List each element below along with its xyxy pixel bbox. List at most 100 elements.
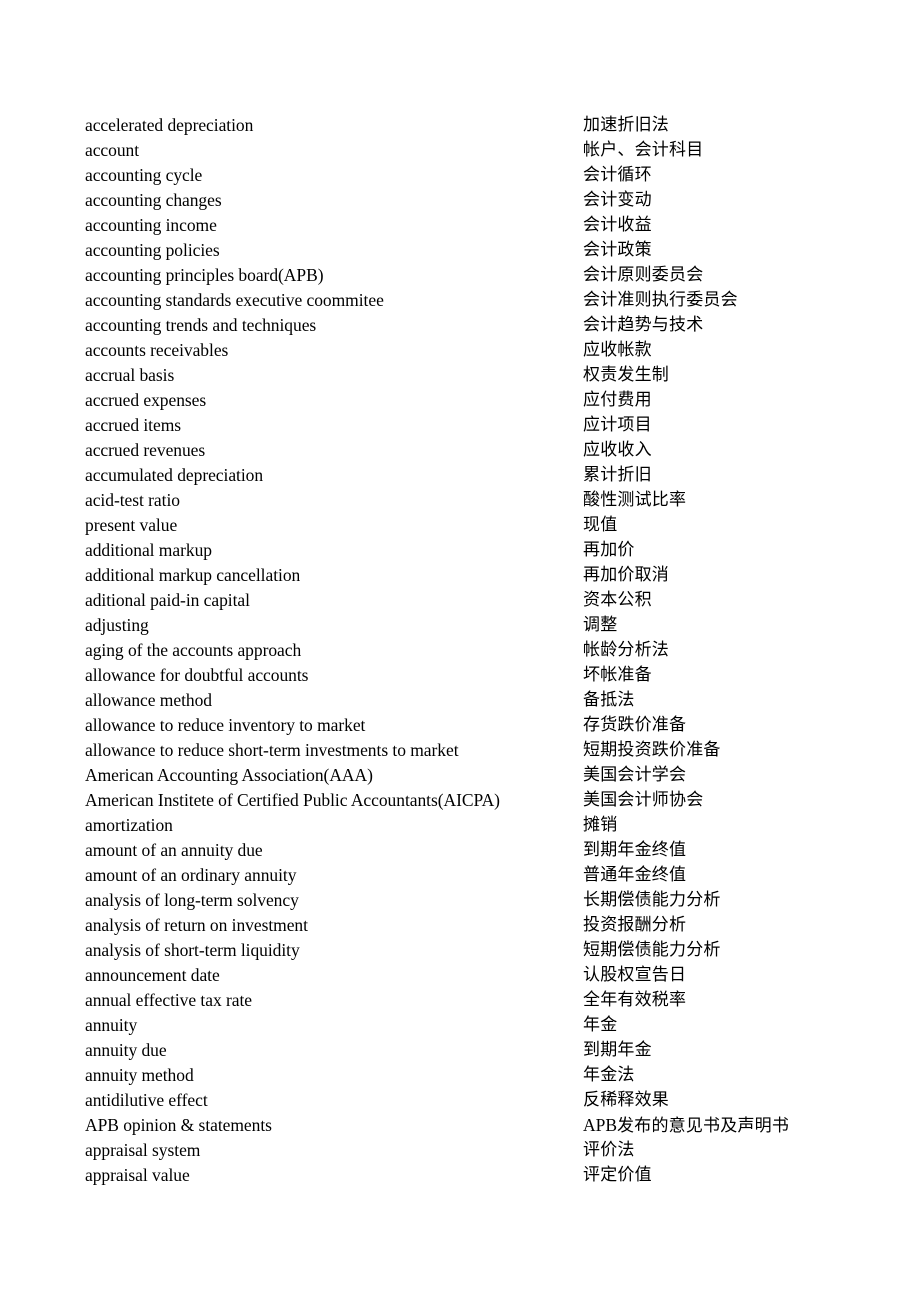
- glossary-entry: account 帐户、会计科目: [0, 138, 920, 163]
- glossary-entry: accelerated depreciation 加速折旧法: [0, 113, 920, 138]
- glossary-term-english: allowance to reduce short-term investmen…: [85, 740, 459, 760]
- glossary-term-chinese: 到期年金: [583, 1040, 652, 1060]
- glossary-entry: present value 现值: [0, 513, 920, 538]
- glossary-term-chinese: 认股权宣告日: [583, 965, 687, 985]
- glossary-term-english: accrued expenses: [85, 390, 207, 410]
- glossary-list: accelerated depreciation 加速折旧法 account 帐户、会…: [0, 113, 920, 1188]
- glossary-term-english: additional markup: [85, 540, 212, 560]
- glossary-entry: allowance method 备抵法: [0, 688, 920, 713]
- glossary-term-chinese: 应收帐款: [583, 340, 652, 360]
- glossary-term-chinese: 会计准则执行委员会: [583, 290, 738, 310]
- glossary-entry: accounting trends and techniques 会计趋势与技术: [0, 313, 920, 338]
- glossary-term-english: allowance method: [85, 690, 212, 710]
- glossary-term-english: accrued revenues: [85, 440, 206, 460]
- glossary-term-english: adjusting: [85, 615, 149, 635]
- latin-run: APB: [583, 1115, 618, 1135]
- glossary-entry: aging of the accounts approach 帐龄分析法: [0, 638, 920, 663]
- glossary-entry: appraisal system 评价法: [0, 1138, 920, 1163]
- glossary-entry: amount of an ordinary annuity 普通年金终值: [0, 863, 920, 888]
- glossary-term-chinese: 应付费用: [583, 390, 652, 410]
- glossary-term-english: accounting cycle: [85, 165, 203, 185]
- glossary-term-chinese: 评价法: [583, 1140, 635, 1160]
- glossary-term-english: amortization: [85, 815, 173, 835]
- glossary-entry: accounting cycle 会计循环: [0, 163, 920, 188]
- glossary-entry: accrued items 应计项目: [0, 413, 920, 438]
- glossary-entry: annuity method 年金法: [0, 1063, 920, 1088]
- glossary-term-chinese: 再加价: [583, 540, 635, 560]
- glossary-term-english: announcement date: [85, 965, 220, 985]
- glossary-entry: allowance for doubtful accounts 坏帐准备: [0, 663, 920, 688]
- glossary-term-english: account: [85, 140, 140, 160]
- glossary-term-chinese: 会计政策: [583, 240, 652, 260]
- glossary-term-chinese: 美国会计师协会: [583, 790, 704, 810]
- glossary-entry: announcement date 认股权宣告日: [0, 963, 920, 988]
- glossary-term-chinese: 资本公积: [583, 590, 652, 610]
- glossary-entry: adjusting 调整: [0, 613, 920, 638]
- glossary-term-chinese: 普通年金终值: [583, 865, 687, 885]
- glossary-entry: analysis of short-term liquidity 短期偿债能力分析: [0, 938, 920, 963]
- glossary-term-english: analysis of return on investment: [85, 915, 308, 935]
- glossary-term-english: amount of an ordinary annuity: [85, 865, 297, 885]
- glossary-term-english: accounting standards executive coommitee: [85, 290, 384, 310]
- glossary-entry: allowance to reduce short-term investmen…: [0, 738, 920, 763]
- glossary-term-english: American Accounting Association(AAA): [85, 765, 373, 785]
- glossary-term-english: accumulated depreciation: [85, 465, 264, 485]
- glossary-term-chinese: 会计循环: [583, 165, 652, 185]
- glossary-term-english: aditional paid-in capital: [85, 590, 250, 610]
- glossary-term-english: annuity due: [85, 1040, 167, 1060]
- glossary-term-english: annual effective tax rate: [85, 990, 253, 1010]
- glossary-term-chinese: 存货跌价准备: [583, 715, 687, 735]
- glossary-term-chinese: 现值: [583, 515, 618, 535]
- glossary-entry: accrual basis 权责发生制: [0, 363, 920, 388]
- glossary-term-chinese: 会计变动: [583, 190, 652, 210]
- glossary-entry: aditional paid-in capital 资本公积: [0, 588, 920, 613]
- glossary-term-chinese: 短期投资跌价准备: [583, 740, 721, 760]
- glossary-term-chinese: 帐户、会计科目: [583, 140, 704, 160]
- glossary-term-english: antidilutive effect: [85, 1090, 208, 1110]
- glossary-term-chinese: 累计折旧: [583, 465, 652, 485]
- glossary-entry: analysis of return on investment 投资报酬分析: [0, 913, 920, 938]
- glossary-term-chinese: 权责发生制: [583, 365, 669, 385]
- glossary-term-english: annuity: [85, 1015, 138, 1035]
- glossary-term-chinese: 投资报酬分析: [583, 915, 687, 935]
- glossary-term-chinese: 年金法: [583, 1065, 635, 1085]
- glossary-term-chinese: 应计项目: [583, 415, 652, 435]
- glossary-entry: additional markup cancellation 再加价取消: [0, 563, 920, 588]
- glossary-term-english: analysis of long-term solvency: [85, 890, 299, 910]
- glossary-term-chinese: 到期年金终值: [583, 840, 687, 860]
- glossary-entry: accounting income 会计收益: [0, 213, 920, 238]
- glossary-term-chinese: 坏帐准备: [583, 665, 652, 685]
- glossary-term-english: allowance for doubtful accounts: [85, 665, 309, 685]
- glossary-term-english: accounting income: [85, 215, 217, 235]
- glossary-entry: acid-test ratio 酸性测试比率: [0, 488, 920, 513]
- glossary-entry: American Accounting Association(AAA) 美国会计…: [0, 763, 920, 788]
- glossary-term-chinese: 应收收入: [583, 440, 652, 460]
- glossary-term-chinese: 备抵法: [583, 690, 635, 710]
- glossary-term-chinese: 评定价值: [583, 1165, 652, 1185]
- glossary-term-english: amount of an annuity due: [85, 840, 263, 860]
- glossary-term-english: annuity method: [85, 1065, 194, 1085]
- glossary-term-english: accounting changes: [85, 190, 222, 210]
- glossary-term-chinese: 美国会计学会: [583, 765, 687, 785]
- glossary-entry: accounting standards executive coommitee…: [0, 288, 920, 313]
- glossary-term-english: allowance to reduce inventory to market: [85, 715, 366, 735]
- glossary-term-chinese: 再加价取消: [583, 565, 669, 585]
- glossary-entry: accounting principles board(APB) 会计原则委员会: [0, 263, 920, 288]
- glossary-term-chinese: 反稀释效果: [583, 1090, 669, 1110]
- glossary-term-chinese: 会计原则委员会: [583, 265, 704, 285]
- glossary-term-english: accounts receivables: [85, 340, 229, 360]
- glossary-term-english: present value: [85, 515, 178, 535]
- glossary-term-english: American Institete of Certified Public A…: [85, 790, 500, 810]
- glossary-entry: antidilutive effect 反稀释效果: [0, 1088, 920, 1113]
- glossary-term-chinese: 短期偿债能力分析: [583, 940, 721, 960]
- glossary-entry: amount of an annuity due 到期年金终值: [0, 838, 920, 863]
- glossary-term-chinese: 会计收益: [583, 215, 652, 235]
- glossary-term-english: analysis of short-term liquidity: [85, 940, 300, 960]
- glossary-entry: accrued revenues 应收收入: [0, 438, 920, 463]
- glossary-term-english: accounting trends and techniques: [85, 315, 317, 335]
- glossary-entry: accrued expenses 应付费用: [0, 388, 920, 413]
- glossary-term-english: accounting policies: [85, 240, 220, 260]
- glossary-term-chinese: 长期偿债能力分析: [583, 890, 721, 910]
- glossary-entry: appraisal value 评定价值: [0, 1163, 920, 1188]
- glossary-entry: annuity due 到期年金: [0, 1038, 920, 1063]
